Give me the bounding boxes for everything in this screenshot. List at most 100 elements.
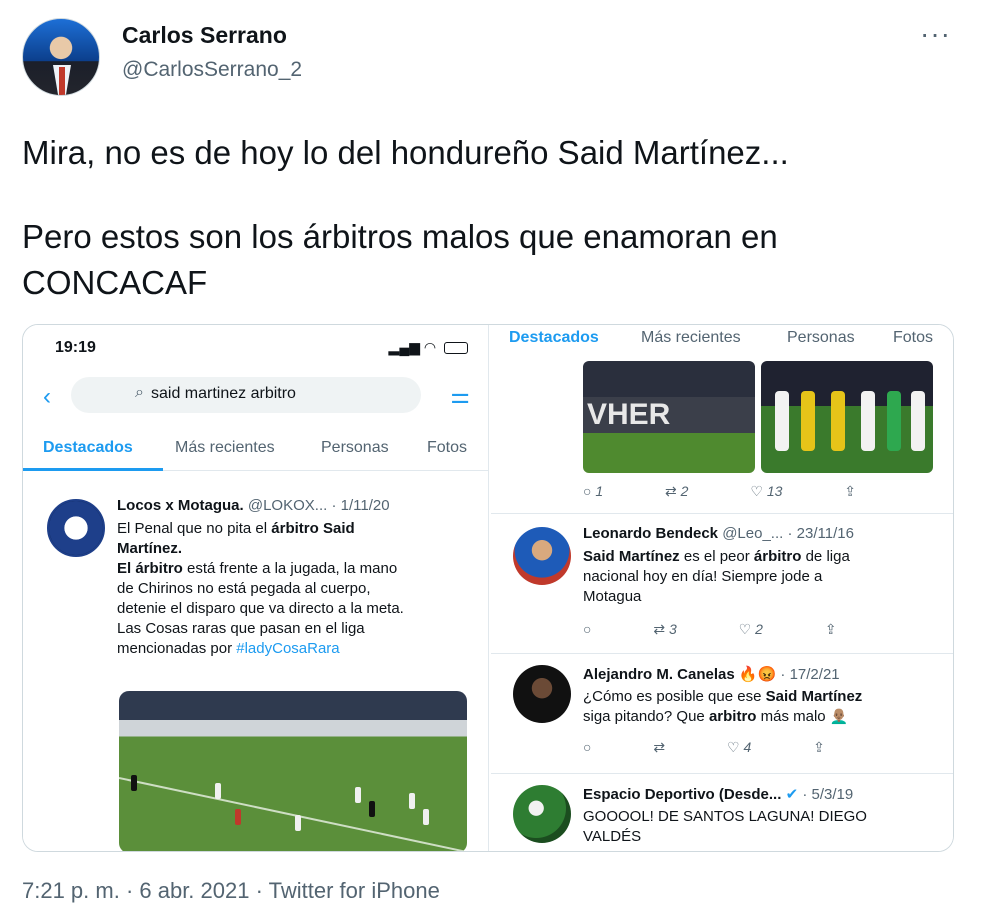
- player: [801, 391, 815, 451]
- battery-icon: [444, 342, 468, 355]
- post-text-bold: Martínez.: [117, 540, 183, 557]
- player: [409, 793, 415, 809]
- player: [887, 391, 901, 451]
- post-text: mencionadas por: [117, 640, 233, 657]
- share-icon[interactable]: ⇪: [844, 483, 856, 500]
- post-text-bold: árbitro: [753, 548, 802, 565]
- post-body: El Penal que no pita el árbitro Said Mar…: [117, 519, 477, 659]
- post-date: · 17/2/21: [780, 666, 840, 683]
- retweet-icon[interactable]: ⇄ 2: [665, 483, 688, 500]
- post-author-name[interactable]: Locos x Motagua.: [117, 497, 244, 514]
- post-actions: ○ ⇄ ♡ 4 ⇪: [583, 739, 883, 756]
- tab-fotos[interactable]: Fotos: [893, 329, 933, 347]
- author-avatar[interactable]: [22, 18, 100, 96]
- post-text: siga pitando? Que: [583, 708, 705, 725]
- post-text: de liga: [805, 548, 850, 565]
- more-options-icon[interactable]: ···: [920, 18, 951, 50]
- post-author-name[interactable]: Espacio Deportivo (Desde...: [583, 786, 781, 803]
- back-arrow-icon[interactable]: ‹: [43, 383, 51, 411]
- player: [369, 801, 375, 817]
- filter-settings-icon[interactable]: ⚌: [450, 383, 470, 409]
- tab-destacados[interactable]: Destacados: [509, 329, 599, 347]
- retweet-icon[interactable]: ⇄: [653, 739, 665, 756]
- field-line: [119, 777, 467, 851]
- heart-icon[interactable]: ♡ 13: [750, 483, 782, 500]
- post-avatar[interactable]: [47, 499, 105, 557]
- player: [295, 815, 301, 831]
- reply-icon[interactable]: ○: [583, 739, 591, 755]
- search-query: said martinez arbitro: [151, 385, 296, 402]
- post-text: Las Cosas raras que pasan en el liga: [117, 620, 365, 637]
- player: [215, 783, 221, 799]
- tab-destacados[interactable]: Destacados: [43, 439, 133, 457]
- post-avatar[interactable]: [513, 785, 571, 843]
- tweet-timestamp[interactable]: 7:21 p. m. · 6 abr. 2021 · Twitter for i…: [22, 878, 440, 904]
- post-avatar[interactable]: [513, 527, 571, 585]
- post-date: · 5/3/19: [802, 786, 854, 803]
- post-text-bold: El árbitro: [117, 560, 183, 577]
- post-author-name[interactable]: Leonardo Bendeck: [583, 525, 718, 542]
- post-date: · 23/11/16: [787, 525, 854, 542]
- search-tabs: Destacados Más recientes Personas Fotos: [491, 325, 953, 355]
- post-text: más malo: [760, 708, 826, 725]
- heart-icon[interactable]: ♡ 4: [727, 739, 751, 756]
- heart-icon[interactable]: ♡ 2: [739, 621, 763, 638]
- player: [355, 787, 361, 803]
- share-icon[interactable]: ⇪: [825, 621, 837, 638]
- divider: [491, 513, 953, 514]
- tab-mas-recientes[interactable]: Más recientes: [175, 439, 275, 457]
- soccer-field-image[interactable]: [119, 691, 467, 851]
- post-text: ¿Cómo es posible que ese: [583, 688, 762, 705]
- post-hashtag[interactable]: #ladyCosaRara: [236, 640, 339, 657]
- tweet-text: Mira, no es de hoy lo del hondureño Said…: [22, 130, 962, 344]
- media-image-right[interactable]: Destacados Más recientes Personas Fotos …: [491, 325, 953, 851]
- wifi-icon: ◠: [423, 339, 437, 355]
- post-text: GOOOOL! DE SANTOS LAGUNA! DIEGO: [583, 808, 867, 825]
- post-author-name[interactable]: Alejandro M. Canelas: [583, 666, 735, 683]
- post-text: Motagua: [583, 588, 642, 605]
- tweet-paragraph-1: Mira, no es de hoy lo del hondureño Said…: [22, 134, 789, 171]
- post-text: VALDÉS: [583, 828, 642, 845]
- post-header: Alejandro M. Canelas 🔥😡 · 17/2/21: [583, 665, 840, 683]
- match-photo-1[interactable]: VHER: [583, 361, 755, 473]
- player: [775, 391, 789, 451]
- stadium-sign: VHER: [583, 397, 755, 433]
- post-author-handle: @LOKOX...: [247, 497, 328, 514]
- tab-fotos[interactable]: Fotos: [427, 439, 467, 457]
- person-emoji-icon: 👨🏽‍🦲: [829, 708, 849, 725]
- player: [911, 391, 925, 451]
- media-image-left[interactable]: 19:19 ▂▄▆ ◠ ‹ ⌕ said martinez arbitro ⚌ …: [23, 325, 489, 851]
- tweet-paragraph-2: Pero estos son los árbitros malos que en…: [22, 218, 778, 301]
- like-count: 2: [755, 621, 763, 637]
- reply-icon[interactable]: ○ 1: [583, 483, 603, 499]
- like-count: 13: [766, 483, 783, 499]
- post-body: Said Martínez es el peor árbitro de liga…: [583, 547, 943, 607]
- tweet-header: Carlos Serrano @CarlosSerrano_2 ···: [0, 0, 996, 110]
- post-avatar[interactable]: [513, 665, 571, 723]
- divider: [491, 773, 953, 774]
- author-handle[interactable]: @CarlosSerrano_2: [122, 58, 302, 82]
- like-count: 4: [743, 739, 752, 755]
- retweet-icon[interactable]: ⇄ 3: [653, 621, 676, 638]
- reply-icon[interactable]: ○: [583, 621, 591, 637]
- post-text-bold: arbitro: [708, 708, 757, 725]
- reply-count: 1: [595, 483, 604, 499]
- post-text: está frente a la jugada, la mano: [187, 560, 398, 577]
- tab-personas[interactable]: Personas: [787, 329, 855, 347]
- match-photo-2[interactable]: [761, 361, 933, 473]
- signal-icon: ▂▄▆: [388, 339, 420, 355]
- status-time: 19:19: [55, 339, 96, 356]
- share-icon[interactable]: ⇪: [813, 739, 825, 756]
- post-text: es el peor: [683, 548, 750, 565]
- player: [831, 391, 845, 451]
- divider: [491, 653, 953, 654]
- tab-mas-recientes[interactable]: Más recientes: [641, 329, 741, 347]
- post-header: Locos x Motagua. @LOKOX... · 1/11/20: [117, 497, 390, 514]
- player: [423, 809, 429, 825]
- author-name[interactable]: Carlos Serrano: [122, 22, 287, 49]
- tweet-media[interactable]: 19:19 ▂▄▆ ◠ ‹ ⌕ said martinez arbitro ⚌ …: [22, 324, 954, 852]
- tab-personas[interactable]: Personas: [321, 439, 389, 457]
- status-icons: ▂▄▆ ◠: [389, 339, 468, 356]
- search-input[interactable]: ⌕ said martinez arbitro: [71, 377, 421, 413]
- avatar-tie: [59, 67, 65, 95]
